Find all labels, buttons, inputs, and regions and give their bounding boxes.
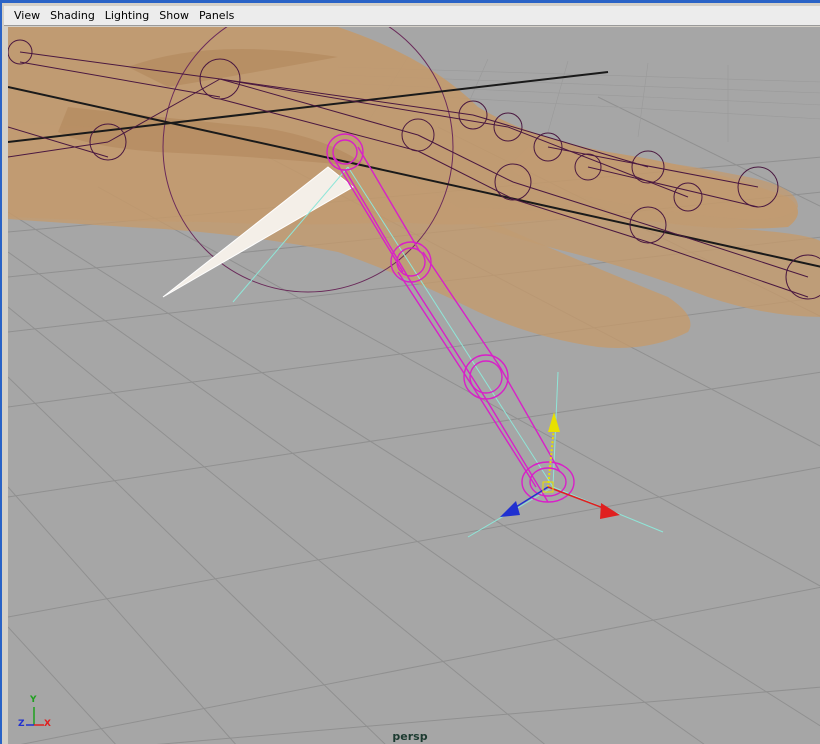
manipulator-y-arrow[interactable] (548, 412, 560, 432)
perspective-viewport[interactable]: persp Y X Z (8, 27, 820, 744)
panel-menubar: View Shading Lighting Show Panels (4, 6, 820, 26)
axis-label-x: X (44, 719, 51, 729)
viewport-window: View Shading Lighting Show Panels persp … (0, 0, 820, 744)
camera-name-label: persp (392, 730, 428, 743)
axis-gizmo-icon: Y X Z (16, 695, 56, 735)
menu-lighting[interactable]: Lighting (101, 7, 153, 25)
menu-panels[interactable]: Panels (195, 7, 238, 25)
menu-shading[interactable]: Shading (46, 7, 99, 25)
menu-view[interactable]: View (10, 7, 44, 25)
axis-label-z: Z (18, 719, 25, 729)
axis-label-y: Y (30, 695, 37, 705)
manipulator-z-arrow[interactable] (500, 501, 520, 517)
menu-show[interactable]: Show (155, 7, 193, 25)
manipulator-x-arrow[interactable] (600, 503, 620, 519)
scene-canvas[interactable] (8, 27, 820, 744)
